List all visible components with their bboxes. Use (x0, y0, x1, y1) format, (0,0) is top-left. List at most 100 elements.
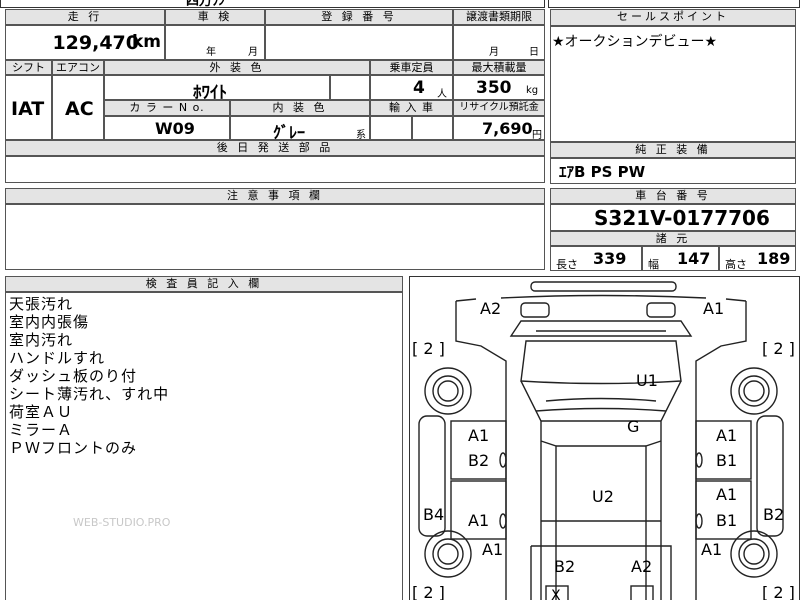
damage-label: B2 (554, 557, 576, 576)
chassis-header: 車 台 番 号 (550, 188, 796, 204)
inspector-note-line: 荷室ＡＵ (9, 403, 74, 421)
dimensions-width-value: 147 (677, 249, 711, 268)
inspector-notes-header: 検 査 員 記 入 欄 (5, 276, 403, 292)
factory-equipment-cell: ｴｱB PS PW (550, 158, 796, 184)
inspector-note-line: ハンドルすれ (9, 349, 106, 367)
exterior-color-extra-cell (330, 75, 370, 100)
damage-label: A1 (716, 426, 738, 445)
car-damage-diagram: A2 A1 [ 2 ] [ 2 ] U1 G A1 B2 A1 B1 U2 A1… (409, 276, 800, 600)
damage-label: A1 (482, 540, 504, 559)
interior-color-header: 内 装 色 (230, 100, 370, 116)
factory-equipment-header: 純 正 装 備 (550, 142, 796, 158)
max-load-cell: 350 kg (453, 75, 545, 100)
damage-label: B4 (423, 505, 445, 524)
aircon-header: エアコン (52, 60, 104, 75)
aircon-value: AC (65, 98, 94, 120)
inspector-note-line: 室内内張傷 (9, 313, 90, 331)
recycle-deposit-value: 7,690 (482, 119, 533, 138)
mileage-cell: 129,470 km (5, 25, 165, 60)
dimensions-header: 諸 元 (550, 231, 796, 246)
inspector-note-line: 室内汚れ (9, 331, 74, 349)
inspector-notes-cell: 天張汚れ 室内内張傷 室内汚れ ハンドルすれ ダッシュ板のり付 シート薄汚れ、す… (5, 292, 403, 600)
import-cell-a (370, 116, 412, 140)
mileage-header: 走 行 (5, 9, 165, 25)
damage-label: B2 (763, 505, 785, 524)
dimensions-length-value: 339 (593, 249, 627, 268)
color-no-header: カ ラ ー N o. (104, 100, 230, 116)
capacity-header: 乗車定員 (370, 60, 453, 75)
sales-point-header: セールスポイント (550, 9, 796, 26)
sales-point-cell: ★オークションデビュー★ (550, 26, 796, 142)
damage-label: A2 (631, 557, 653, 576)
inspector-note-line: 天張汚れ (9, 295, 74, 313)
inspection-month-unit: 月 (248, 47, 258, 58)
damage-label: A2 (480, 299, 502, 318)
damage-label: X (551, 588, 561, 600)
inspection-year-unit: 年 (206, 47, 216, 58)
chassis-value: S321V-0177706 (594, 206, 770, 230)
mileage-unit: km (131, 32, 161, 52)
transfer-day-unit: 日 (529, 47, 539, 58)
damage-label: A1 (468, 511, 490, 530)
damage-label: A1 (703, 299, 725, 318)
inspector-note-line: ＰＷフロントのみ (9, 439, 138, 457)
damage-bracket: [ 2 ] (412, 583, 445, 600)
dimensions-height-label: 高さ (725, 258, 747, 271)
recycle-deposit-cell: 7,690 円 (453, 116, 545, 141)
dimensions-length-cell: 長さ 339 (550, 246, 642, 271)
inspection-cell: 年 月 (165, 25, 265, 60)
shift-cell: IAT (5, 75, 52, 140)
aircon-cell: AC (52, 75, 104, 140)
dimensions-length-label: 長さ (556, 258, 578, 271)
max-load-unit: kg (526, 85, 539, 96)
notes-section-cell (5, 204, 545, 270)
dimensions-height-value: 189 (757, 249, 791, 268)
auction-sheet-top-strip: 四万ﾌﾝ (0, 0, 545, 9)
dimensions-width-label: 幅 (648, 258, 659, 271)
damage-label: G (627, 417, 640, 436)
damage-label: A1 (701, 540, 723, 559)
max-load-header: 最大積載量 (453, 60, 545, 75)
inspection-header: 車 検 (165, 9, 265, 25)
registration-number-cell (265, 25, 453, 60)
inspector-note-line: ダッシュ板のり付 (9, 367, 138, 385)
sales-point-text: ★オークションデビュー★ (552, 34, 718, 50)
recycle-deposit-header: リサイクル預託金 (453, 100, 545, 116)
mileage-value: 129,470 (52, 32, 139, 54)
damage-label: A1 (468, 426, 490, 445)
damage-label: A1 (716, 485, 738, 504)
notes-section-header: 注 意 事 項 欄 (5, 188, 545, 204)
watermark: WEB-STUDIO.PRO (73, 516, 171, 529)
right-top-strip (548, 0, 800, 8)
capacity-cell: 4 人 (370, 75, 453, 100)
top-partial-text: 四万ﾌﾝ (186, 0, 226, 9)
transfer-month-unit: 月 (489, 47, 499, 58)
color-no-value: W09 (155, 119, 195, 138)
damage-label: U1 (636, 371, 658, 390)
shift-header: シフト (5, 60, 52, 75)
dimensions-width-cell: 幅 147 (642, 246, 719, 271)
shift-value: IAT (11, 98, 45, 120)
inspector-note-line: シート薄汚れ、すれ中 (9, 385, 170, 403)
import-header: 輸 入 車 (370, 100, 453, 116)
capacity-value: 4 (413, 78, 425, 98)
transfer-deadline-header: 譲渡書類期限 (453, 9, 545, 25)
transfer-deadline-cell: 月 日 (453, 25, 545, 60)
dimensions-height-cell: 高さ 189 (719, 246, 796, 271)
import-cell-b (412, 116, 453, 140)
later-shipped-parts-cell (5, 156, 545, 183)
damage-label: B1 (716, 511, 738, 530)
damage-label: U2 (592, 487, 614, 506)
damage-bracket: [ 2 ] (412, 339, 445, 358)
inspector-note-line: ミラーＡ (9, 421, 74, 439)
capacity-unit: 人 (437, 89, 447, 100)
damage-bracket: [ 2 ] (762, 583, 795, 600)
registration-number-header: 登 録 番 号 (265, 9, 453, 25)
recycle-deposit-unit: 円 (532, 130, 542, 141)
interior-color-suffix: 系 (356, 130, 366, 141)
exterior-color-header: 外 装 色 (104, 60, 370, 75)
factory-equipment-value: ｴｱB PS PW (559, 163, 646, 181)
later-shipped-parts-header: 後 日 発 送 部 品 (5, 140, 545, 156)
damage-label: B1 (716, 451, 738, 470)
chassis-cell: S321V-0177706 (550, 204, 796, 231)
